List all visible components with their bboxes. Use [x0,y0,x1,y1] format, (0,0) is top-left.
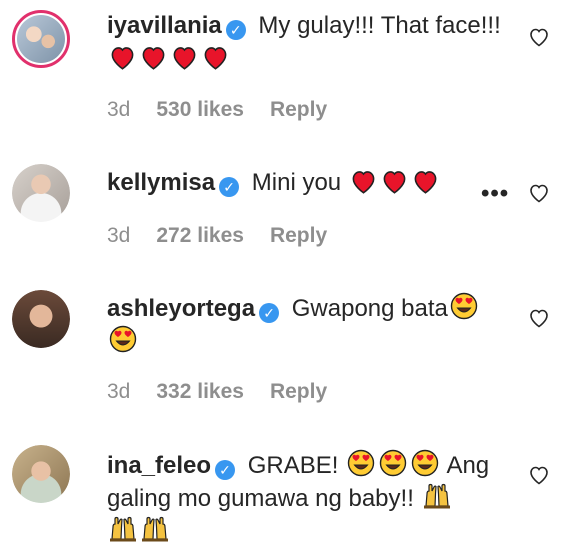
emoji-group [107,45,231,72]
heart-outline-icon[interactable] [527,25,551,49]
comment-username[interactable]: ina_feleo [107,452,211,479]
comment-text: ina_feleo ✓ GRABE! Ang galing mo gumawa n… [107,449,517,548]
avatar[interactable] [12,164,70,222]
comment-meta: 3d 530 likes Reply [107,98,353,122]
avatar[interactable] [12,290,70,348]
reply-button[interactable]: Reply [270,380,327,403]
heart-outline-icon[interactable] [527,306,551,330]
reply-button[interactable]: Reply [270,98,327,121]
comment-item: ashleyortega ✓ Gwapong bata 3d 332 likes Re… [0,270,585,420]
red-heart-icon [111,47,134,70]
red-heart-icon [414,171,437,194]
reply-button[interactable]: Reply [270,224,327,247]
heart-eyes-icon [109,325,137,353]
heart-eyes-icon [450,292,478,320]
red-heart-icon [173,47,196,70]
comment-item: iyavillania ✓ My gulay!!! That face!!! 3d… [0,0,585,140]
comment-age[interactable]: 3d [107,98,130,121]
comment-username[interactable]: ashleyortega [107,295,255,322]
comment-age[interactable]: 3d [107,380,130,403]
raising-hands-icon [423,483,450,509]
raising-hands-icon [110,516,136,542]
emoji-group [345,449,441,479]
avatar[interactable] [12,10,70,68]
likes-count[interactable]: 332 likes [156,380,244,403]
comment-text: iyavillania ✓ My gulay!!! That face!!! [107,9,507,75]
comment-meta: 3d 272 likes Reply [107,224,353,248]
raising-hands-icon [142,516,168,542]
comment-item: kellymisa ✓ Mini you ••• 3d 272 likes Reply [0,140,585,270]
heart-outline-icon[interactable] [527,463,551,487]
heart-eyes-icon [379,449,407,477]
comment-text: ashleyortega ✓ Gwapong bata [107,292,507,358]
comment-body: My gulay!!! That face!!! [258,12,501,39]
comment-body: Gwapong bata [291,295,448,322]
red-heart-icon [142,47,165,70]
comment-age[interactable]: 3d [107,224,130,247]
comment-body: GRABE! [247,452,339,479]
likes-count[interactable]: 530 likes [156,98,244,121]
heart-eyes-icon [347,449,375,477]
emoji-group [421,483,453,512]
avatar[interactable] [12,445,70,503]
heart-eyes-icon [411,449,439,477]
comment-item: ina_feleo ✓ GRABE! Ang galing mo gumawa n… [0,420,585,553]
emoji-group [348,169,441,196]
verified-badge-icon: ✓ [259,303,280,323]
verified-badge-icon: ✓ [219,177,240,197]
comment-username[interactable]: kellymisa [107,169,215,196]
verified-badge-icon: ✓ [225,20,246,40]
more-options-icon[interactable]: ••• [481,180,509,208]
red-heart-icon [383,171,406,194]
emoji-group [107,516,171,545]
comment-text: kellymisa ✓ Mini you [107,166,507,199]
comment-body: Mini you [251,169,342,196]
comment-username[interactable]: iyavillania [107,12,222,39]
heart-outline-icon[interactable] [527,181,551,205]
comment-meta: 3d 332 likes Reply [107,380,353,404]
red-heart-icon [204,47,227,70]
verified-badge-icon: ✓ [215,460,236,480]
red-heart-icon [352,171,375,194]
likes-count[interactable]: 272 likes [156,224,244,247]
